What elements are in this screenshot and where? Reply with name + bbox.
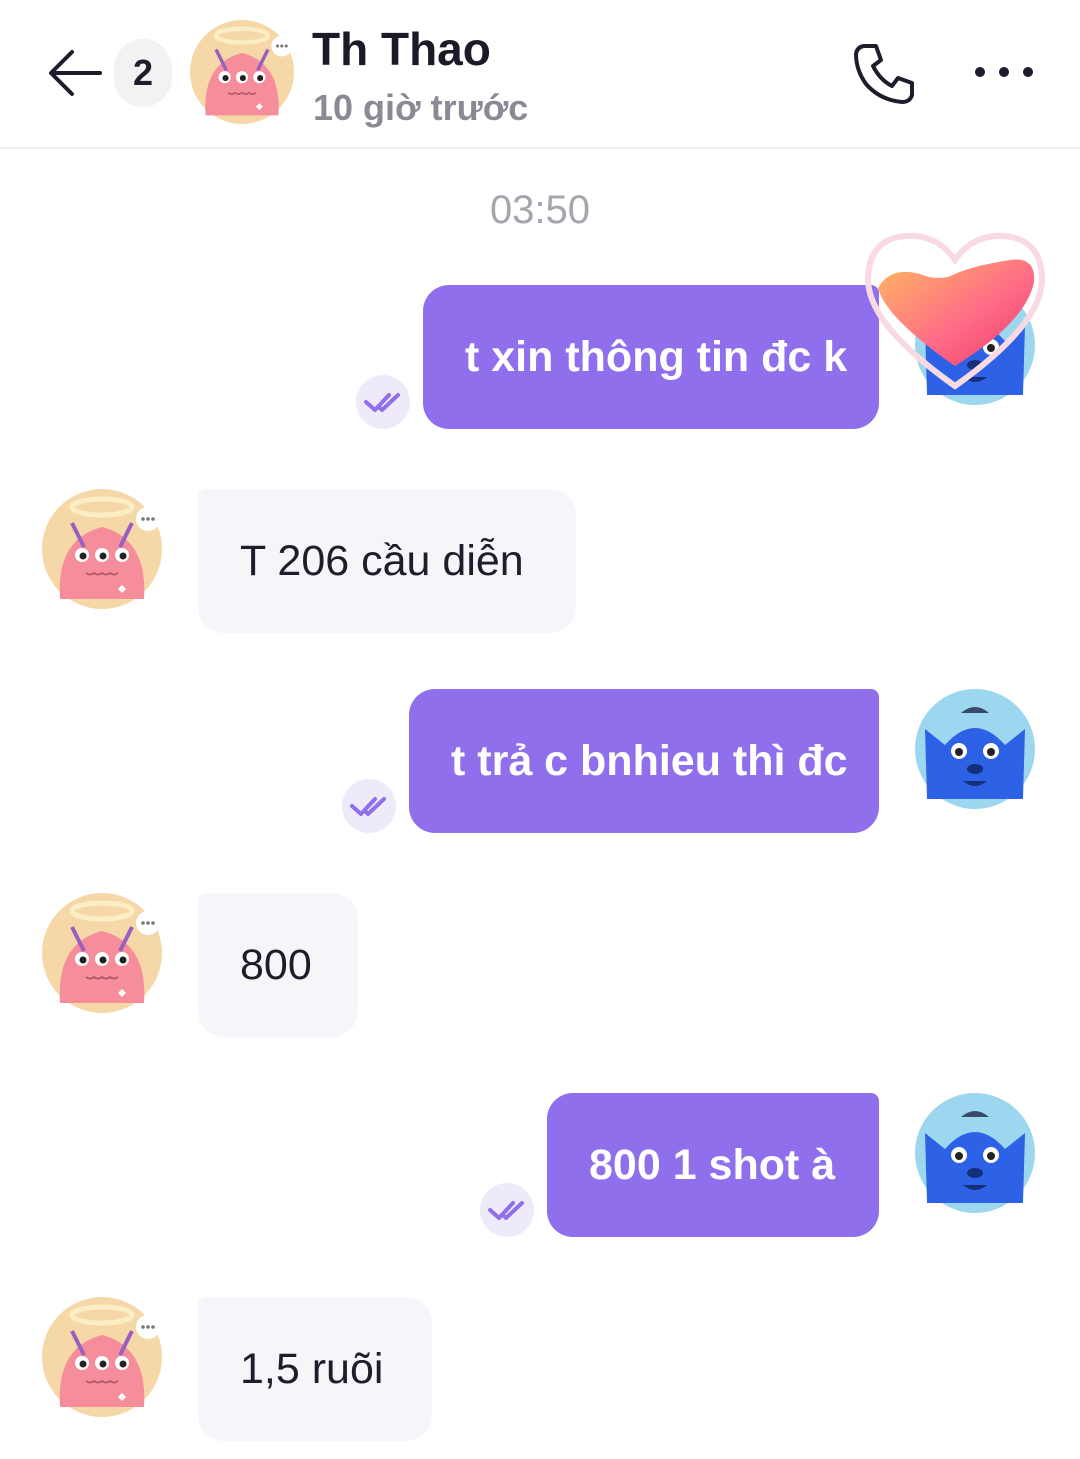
phone-icon: [854, 44, 914, 104]
back-button[interactable]: [44, 42, 106, 104]
heart-icon: [864, 232, 1046, 390]
contact-avatar[interactable]: [42, 489, 162, 609]
contact-name[interactable]: Th Thao: [312, 22, 491, 76]
seen-status: [356, 375, 410, 429]
outgoing-message[interactable]: t trả c bnhieu thì đc: [409, 689, 879, 833]
more-horizontal-icon: [975, 67, 1033, 77]
incoming-message[interactable]: 1,5 ruõi: [198, 1297, 432, 1441]
last-seen-status: 10 giờ trước: [313, 87, 529, 128]
seen-status: [342, 779, 396, 833]
contact-avatar[interactable]: [42, 893, 162, 1013]
contact-avatar[interactable]: [42, 1297, 162, 1417]
my-avatar: [915, 689, 1035, 809]
chat-header: 2 Th Thao 10 giờ trước: [0, 0, 1080, 149]
unread-count-badge[interactable]: 2: [114, 39, 172, 107]
my-avatar: [915, 1093, 1035, 1213]
incoming-message[interactable]: T 206 cầu diễn: [198, 489, 576, 633]
arrow-left-icon: [49, 50, 102, 96]
more-options-button[interactable]: [968, 48, 1040, 96]
call-button[interactable]: [850, 38, 920, 108]
incoming-message[interactable]: 800: [198, 893, 358, 1037]
contact-avatar[interactable]: [190, 20, 294, 124]
seen-status: [480, 1183, 534, 1237]
seen-check-icon: [487, 1198, 527, 1222]
outgoing-message[interactable]: 800 1 shot à: [547, 1093, 879, 1237]
outgoing-message[interactable]: t xin thông tin đc k: [423, 285, 879, 429]
seen-check-icon: [349, 794, 389, 818]
seen-check-icon: [363, 390, 403, 414]
